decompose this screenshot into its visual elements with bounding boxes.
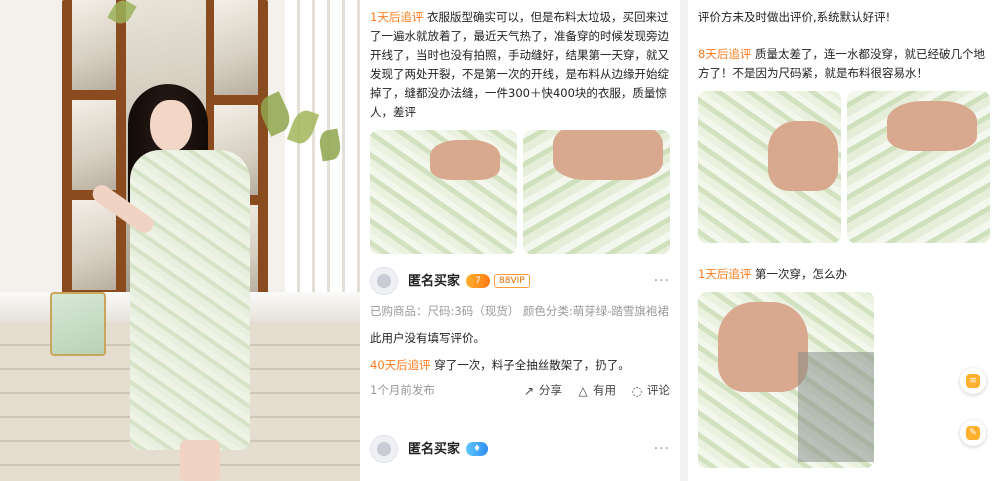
comment-icon: ◌	[631, 383, 643, 398]
followup-tag: 1天后追评	[370, 10, 424, 24]
diamond-badge-icon: ♦	[466, 442, 489, 456]
review-image[interactable]	[698, 91, 841, 243]
post-time: 1个月前发布	[370, 383, 435, 397]
username: 匿名买家	[408, 441, 461, 457]
thumbs-up-icon: △	[578, 383, 588, 398]
more-options-icon[interactable]: ···	[654, 440, 670, 459]
more-options-icon[interactable]: ···	[654, 272, 670, 291]
vip-badge: 88VIP	[494, 274, 530, 288]
review-image[interactable]	[698, 292, 874, 468]
comment-button[interactable]: ◌ 评论	[630, 381, 670, 400]
review-followup-2: 40天后追评 穿了一次，料子全抽丝散架了，扔了。	[370, 356, 670, 375]
followup-tag: 40天后追评	[370, 358, 431, 372]
purchase-info: 已购商品：尺码:3码（现货） 颜色分类:萌芽绿-踏雪旗袍裙	[370, 304, 669, 318]
username: 匿名买家	[408, 273, 461, 289]
handbag	[50, 292, 106, 356]
review-column-right: 评价方未及时做出评价,系统默认好评! 8天后追评 质量太差了，连一水都没穿，就已…	[680, 0, 1000, 481]
review-image-row	[698, 91, 990, 243]
note-button[interactable]: ≡	[960, 368, 986, 394]
review-comment: 此用户没有填写评价。	[370, 331, 485, 345]
review-image[interactable]	[370, 130, 517, 254]
reviewer-row: 匿名买家 ♦ ···	[370, 434, 670, 464]
avatar[interactable]	[370, 435, 398, 463]
share-button[interactable]: ↗ 分享	[522, 381, 562, 400]
followup-tag: 8天后追评	[698, 47, 752, 61]
share-icon: ↗	[523, 383, 535, 398]
review-meta-row: 1个月前发布 ↗ 分享 △ 有用 ◌ 评论	[370, 381, 670, 400]
review-image[interactable]	[847, 91, 990, 243]
green-qipao-dress	[130, 150, 250, 450]
feedback-button[interactable]: ✎	[960, 420, 986, 446]
review-actions: ↗ 分享 △ 有用 ◌ 评论	[522, 381, 670, 400]
screenshot-root: 1天后追评 衣服版型确实可以，但是布料太垃圾，买回来过了一遍水就放着了，最近天气…	[0, 0, 1000, 481]
review-image[interactable]	[523, 130, 670, 254]
followup-tag: 1天后追评	[698, 267, 752, 281]
review-column-middle: 1天后追评 衣服版型确实可以，但是布料太垃圾，买回来过了一遍水就放着了，最近天气…	[360, 0, 680, 481]
review-text: 第一次穿，怎么办	[754, 267, 847, 281]
review-text: 衣服版型确实可以，但是布料太垃圾，买回来过了一遍水就放着了，最近天气热了，准备穿…	[370, 10, 669, 119]
useful-button[interactable]: △ 有用	[576, 381, 616, 400]
note-icon: ≡	[966, 374, 980, 388]
feedback-icon: ✎	[966, 426, 980, 440]
model-legs	[180, 440, 220, 481]
level-badge: 7	[466, 274, 491, 288]
product-photo	[0, 0, 360, 481]
review-followup-3: 8天后追评 质量太差了，连一水都没穿，就已经破几个地方了！不是因为尺码紧，就是布…	[698, 45, 990, 83]
model-face	[150, 100, 192, 152]
reviewer-row: 匿名买家 7 88VIP ···	[370, 266, 670, 296]
followup-text: 穿了一次，料子全抽丝散架了，扔了。	[434, 358, 630, 372]
system-default-review: 评价方未及时做出评价,系统默认好评!	[698, 10, 891, 24]
review-image-row	[370, 130, 670, 254]
review-followup-4: 1天后追评 第一次穿，怎么办	[698, 265, 990, 284]
review-followup-1: 1天后追评 衣服版型确实可以，但是布料太垃圾，买回来过了一遍水就放着了，最近天气…	[370, 8, 670, 122]
avatar[interactable]	[370, 267, 398, 295]
